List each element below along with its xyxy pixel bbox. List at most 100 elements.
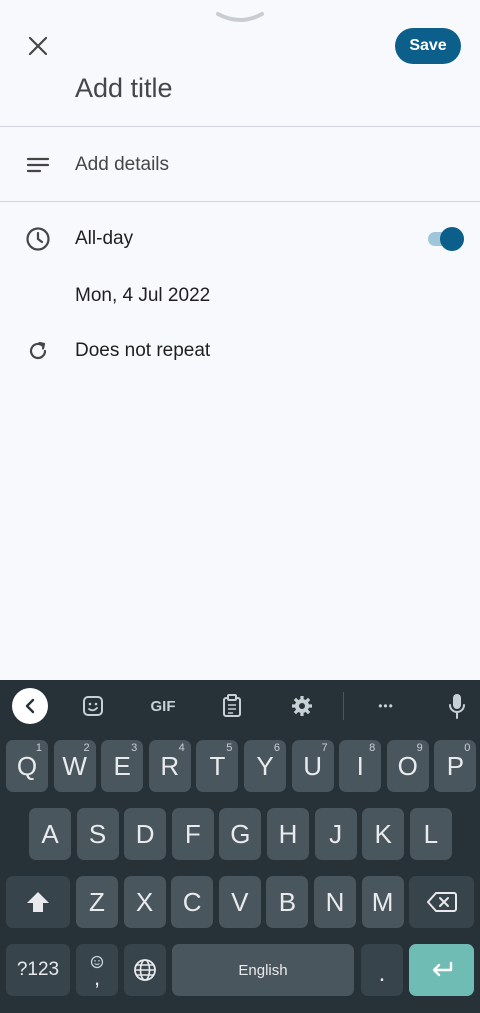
key-hint: 0 (464, 742, 471, 754)
divider (0, 126, 480, 127)
key-g[interactable]: G (219, 808, 262, 860)
key-x[interactable]: X (123, 876, 166, 928)
key-z[interactable]: Z (76, 876, 118, 928)
key-hint: 1 (35, 742, 42, 754)
key-hint: 5 (226, 742, 233, 754)
settings-button[interactable] (287, 688, 317, 724)
key-r[interactable]: R4 (148, 740, 191, 792)
key-f[interactable]: F (171, 808, 214, 860)
repeat-field[interactable]: Does not repeat (75, 340, 210, 362)
key-hint: 8 (369, 742, 376, 754)
enter-key[interactable] (409, 944, 474, 996)
key-label: J (329, 818, 343, 849)
key-j[interactable]: J (314, 808, 357, 860)
more-button[interactable]: ••• (370, 688, 402, 724)
notes-icon (24, 151, 52, 179)
toolbar-divider (343, 692, 344, 720)
key-label: M (371, 886, 394, 917)
key-l[interactable]: L (409, 808, 452, 860)
all-day-toggle[interactable] (424, 226, 466, 252)
key-y[interactable]: Y6 (244, 740, 286, 792)
key-hint: 2 (83, 742, 90, 754)
clock-icon (24, 225, 52, 253)
clipboard-button[interactable] (218, 688, 246, 724)
key-m[interactable]: M (361, 876, 404, 928)
shift-key[interactable] (6, 876, 70, 928)
key-label: K (374, 818, 392, 849)
drag-handle[interactable] (214, 10, 266, 26)
clipboard-icon (223, 694, 241, 717)
language-key[interactable] (124, 944, 166, 996)
key-hint: 9 (416, 742, 423, 754)
sticker-button[interactable] (78, 688, 108, 724)
key-label: W (62, 750, 87, 781)
key-v[interactable]: V (218, 876, 261, 928)
title-input[interactable] (75, 68, 455, 108)
key-label: R (160, 750, 180, 781)
key-label: T (209, 750, 226, 781)
key-label: I (356, 750, 364, 781)
key-label: H (278, 818, 298, 849)
key-label: U (303, 750, 322, 781)
key-label: Q (16, 750, 38, 781)
mic-button[interactable] (443, 688, 471, 724)
key-label: A (41, 818, 59, 849)
key-h[interactable]: H (267, 808, 309, 860)
comma-label: , (93, 965, 101, 990)
key-n[interactable]: N (314, 876, 356, 928)
key-e[interactable]: E3 (101, 740, 144, 792)
save-button[interactable]: Save (395, 28, 461, 64)
key-label: P (446, 750, 465, 781)
key-label: O (397, 750, 418, 781)
key-label: S (88, 818, 107, 849)
key-label: V (231, 886, 249, 917)
date-field[interactable]: Mon, 4 Jul 2022 (75, 285, 210, 307)
shift-icon (27, 892, 49, 912)
key-label: X (135, 886, 154, 917)
key-c[interactable]: C (171, 876, 214, 928)
all-day-label: All-day (75, 228, 134, 249)
backspace-icon (426, 892, 457, 912)
key-label: Z (89, 886, 105, 917)
key-hint: 7 (321, 742, 328, 754)
key-i[interactable]: I8 (339, 740, 382, 792)
key-label: B (278, 886, 297, 917)
gif-button[interactable]: GIF (143, 688, 183, 724)
emoji-comma-key[interactable]: , (76, 944, 118, 996)
symbols-key[interactable]: ?123 (6, 944, 70, 996)
close-button[interactable] (22, 30, 54, 62)
details-field[interactable]: Add details (75, 154, 169, 176)
toggle-thumb (440, 227, 464, 251)
globe-icon (134, 959, 156, 981)
key-k[interactable]: K (362, 808, 405, 860)
key-q[interactable]: Q1 (6, 740, 48, 792)
key-label: E (113, 750, 131, 781)
key-w[interactable]: W2 (53, 740, 96, 792)
key-label: D (135, 818, 155, 849)
key-b[interactable]: B (266, 876, 309, 928)
key-o[interactable]: O9 (386, 740, 429, 792)
chevron-left-icon (25, 698, 35, 714)
mic-icon (449, 694, 465, 719)
key-p[interactable]: P0 (434, 740, 477, 792)
key-label: G (230, 818, 251, 849)
period-key[interactable]: . (361, 944, 403, 996)
keyboard-toolbar: GIF ••• (0, 680, 480, 732)
sticker-icon (83, 696, 103, 716)
key-d[interactable]: D (124, 808, 167, 860)
key-hint: 4 (178, 742, 185, 754)
key-t[interactable]: T5 (196, 740, 239, 792)
key-s[interactable]: S (76, 808, 119, 860)
enter-icon (432, 961, 452, 977)
repeat-icon (24, 337, 52, 365)
keyboard: GIF ••• Q1W2E3R4T5Y6U7I8O9P0ASDFGHJKLZXC… (0, 680, 480, 1013)
space-key[interactable]: English (172, 944, 354, 996)
key-label: N (325, 886, 345, 917)
key-u[interactable]: U7 (291, 740, 334, 792)
key-label: L (423, 818, 439, 849)
key-hint: 3 (131, 742, 138, 754)
key-label: C (182, 886, 202, 917)
key-a[interactable]: A (29, 808, 71, 860)
backspace-key[interactable] (409, 876, 474, 928)
keyboard-back-button[interactable] (12, 688, 48, 724)
